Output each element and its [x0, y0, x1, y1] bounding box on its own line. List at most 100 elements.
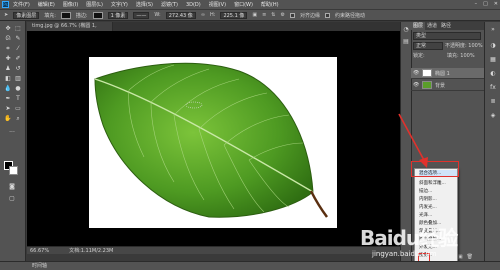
color-panel-icon[interactable]: ◑ [489, 42, 497, 50]
hand-tool-icon[interactable]: ✋ [4, 115, 12, 123]
history-brush-icon[interactable]: ↺ [14, 65, 22, 73]
stroke-style-select[interactable]: —— [133, 11, 150, 19]
gradient-tool-icon[interactable]: ▥ [14, 75, 22, 83]
swatches-panel-icon[interactable]: ▦ [489, 56, 497, 64]
blur-tool-icon[interactable]: 💧 [4, 85, 12, 93]
crop-tool-icon[interactable]: ⌗ [4, 45, 12, 53]
menu-layer[interactable]: 图层(L) [86, 1, 103, 8]
watermark-brand: Baidu经验 [360, 226, 458, 250]
healing-tool-icon[interactable]: ✚ [4, 55, 12, 63]
leaf-image [94, 62, 329, 218]
layer-name[interactable]: 背景 [435, 82, 445, 89]
minimize-icon[interactable]: – [475, 1, 478, 7]
menu-filter[interactable]: 滤镜(T) [161, 1, 178, 8]
blend-mode-value: 正常 [416, 43, 427, 49]
link-icon[interactable]: ∞ [201, 12, 205, 18]
opacity-control[interactable]: 不透明度: 100% [445, 43, 483, 49]
type-tool-icon[interactable]: T [14, 95, 22, 103]
menu-type[interactable]: 文字(Y) [111, 1, 128, 8]
mode-select[interactable]: 像素图层 [13, 11, 40, 19]
stroke-label: 描边: [75, 12, 88, 19]
adjustments-panel-icon[interactable]: ◐ [489, 70, 497, 78]
eraser-tool-icon[interactable]: ◧ [4, 75, 12, 83]
gear-icon[interactable]: ⚙ [280, 12, 284, 18]
arrange-icon[interactable]: ⇅ [271, 12, 275, 18]
path-ops-icon[interactable]: ▣ [252, 12, 257, 18]
menu-item-bevel-emboss[interactable]: 斜面和浮雕... [419, 180, 446, 187]
document-canvas[interactable] [89, 57, 337, 228]
dodge-tool-icon[interactable]: ● [14, 85, 22, 93]
path-selection-tool-icon[interactable]: ➤ [4, 105, 12, 113]
zoom-level[interactable]: 66.67% [30, 248, 49, 254]
eye-icon[interactable]: 👁 [413, 70, 419, 76]
stroke-swatch[interactable] [92, 11, 103, 19]
menu-item-inner-shadow[interactable]: 内阴影... [419, 196, 437, 203]
lasso-tool-icon[interactable]: ᘏ [4, 35, 12, 43]
new-layer-icon[interactable]: ▣ [458, 254, 463, 260]
h-label: H: [209, 12, 216, 18]
menu-image[interactable]: 图像(I) [63, 1, 78, 8]
menu-help[interactable]: 帮助(H) [261, 1, 279, 8]
background-color-swatch[interactable] [9, 166, 18, 175]
tab-layers[interactable]: 图层 [411, 22, 426, 30]
constrain-label: 约束路径拖动 [334, 12, 365, 19]
layer-kind-filter[interactable]: 类型 [413, 32, 481, 40]
shape-tool-icon[interactable]: ▭ [14, 105, 22, 113]
layer-name[interactable]: 椭圆 1 [435, 70, 450, 77]
timeline-label[interactable]: 时间轴 [32, 263, 47, 269]
menu-edit[interactable]: 编辑(E) [38, 1, 55, 8]
timeline-bar: 时间轴 [0, 261, 500, 270]
panel-tabs: 图层 通道 路径 [411, 22, 484, 30]
properties-panel-icon[interactable]: ▤ [402, 38, 410, 46]
more-tools-icon[interactable]: ··· [8, 129, 16, 137]
height-field[interactable]: 225.1 像 [220, 11, 248, 19]
menu-3d[interactable]: 3D(D) [186, 2, 201, 8]
highlight-box-menu [411, 161, 459, 177]
trash-icon[interactable]: 🗑 [467, 254, 473, 260]
layer-row-ellipse[interactable]: 👁 椭圆 1 [411, 68, 484, 79]
marquee-tool-icon[interactable]: ⬚ [14, 25, 22, 33]
align-edges-checkbox[interactable] [289, 12, 295, 18]
menu-file[interactable]: 文件(F) [13, 1, 30, 8]
close-icon[interactable]: ✕ [494, 1, 498, 7]
history-panel-icon[interactable]: ◔ [402, 26, 410, 34]
layer-row-background[interactable]: 👁 背景 [411, 80, 484, 91]
quick-mask-icon[interactable]: ◙ [8, 183, 16, 191]
quick-select-tool-icon[interactable]: ✎ [14, 35, 22, 43]
fill-label: 填充: [44, 12, 56, 19]
constrain-checkbox[interactable] [324, 12, 330, 18]
fill-swatch[interactable] [60, 11, 71, 19]
tab-channels[interactable]: 通道 [425, 22, 439, 30]
layer-thumbnail [422, 81, 432, 89]
move-tool-icon[interactable]: ✥ [4, 25, 12, 33]
path-select-tool-icon[interactable]: ➤ [4, 12, 8, 18]
menu-window[interactable]: 窗口(W) [234, 1, 253, 8]
blend-mode-select[interactable]: 正常 [413, 42, 443, 50]
tab-paths[interactable]: 路径 [439, 22, 453, 30]
stamp-tool-icon[interactable]: ♟ [4, 65, 12, 73]
layers-panel-icon[interactable]: ≣ [489, 98, 497, 106]
pen-tool-icon[interactable]: ✒ [4, 95, 12, 103]
stroke-width-field[interactable]: 1 像素 [107, 11, 129, 19]
maximize-icon[interactable]: □ [483, 1, 488, 7]
width-field[interactable]: 272.43 像 [165, 11, 196, 19]
channels-panel-icon[interactable]: ◈ [489, 112, 497, 120]
eye-icon[interactable]: 👁 [413, 82, 419, 88]
eyedropper-tool-icon[interactable]: ⁄ [14, 45, 22, 53]
menu-item-inner-glow[interactable]: 内发光... [419, 204, 437, 211]
fill-control[interactable]: 填充: 100% [447, 53, 475, 59]
document-tab[interactable]: timg.jpg @ 66.7% (椭圆 1, RGB/8#) * [27, 22, 113, 38]
menu-view[interactable]: 视图(V) [209, 1, 226, 8]
menu-select[interactable]: 选择(S) [136, 1, 153, 8]
zoom-tool-icon[interactable]: ⌕ [14, 115, 22, 123]
panel-collapse-icon[interactable]: » [489, 26, 497, 34]
status-bar: 66.67% 文档:1.11M/2.23M [27, 246, 400, 254]
align-icon[interactable]: ≡ [262, 12, 266, 18]
menu-item-satin[interactable]: 光泽... [419, 212, 432, 219]
styles-panel-icon[interactable]: fx [489, 84, 497, 92]
menu-item-stroke[interactable]: 描边... [419, 188, 432, 195]
screen-mode-icon[interactable]: ▢ [8, 195, 16, 203]
far-right-panel-strip: » ◑ ▦ ◐ fx ≣ ◈ [484, 22, 500, 261]
lock-label: 锁定: [413, 53, 425, 59]
brush-tool-icon[interactable]: ✐ [14, 55, 22, 63]
